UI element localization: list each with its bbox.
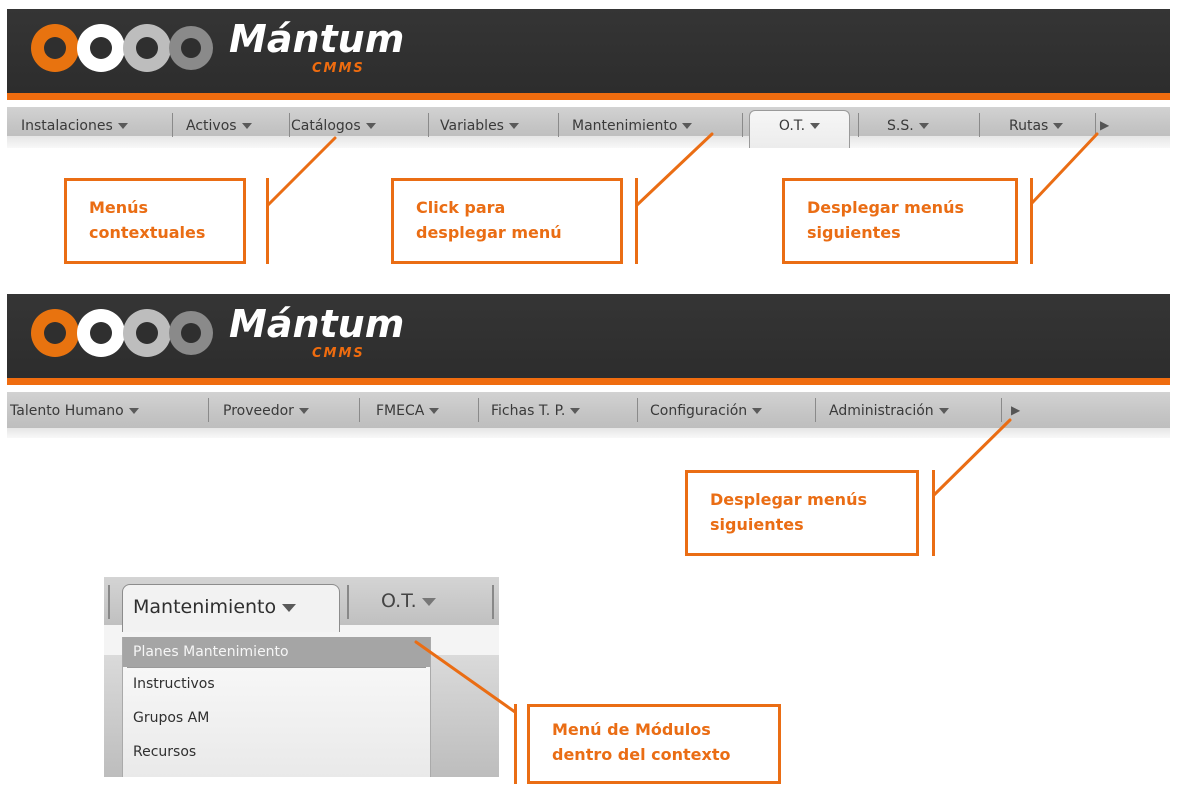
menu-fichas-tp[interactable]: Fichas T. P. (491, 400, 581, 422)
tab-ot[interactable]: O.T. (381, 587, 436, 615)
callout-click-desplegar: Click para desplegar menú (391, 178, 623, 264)
menu-activos[interactable]: Activos (186, 115, 252, 137)
chevron-down-icon (298, 408, 309, 414)
menu-ss[interactable]: S.S. (887, 115, 929, 137)
chevron-down-icon (421, 597, 436, 606)
callout-desplegar-siguientes-bottom: Desplegar menús siguientes (685, 470, 919, 556)
chevron-down-icon (570, 408, 581, 414)
callout-menu-modulos: Menú de Módulos dentro del contexto (527, 704, 781, 784)
chevron-down-icon (918, 123, 929, 129)
next-menus-icon[interactable]: ▶ (1011, 403, 1020, 417)
menu-talento-humano[interactable]: Talento Humano (10, 400, 139, 422)
chevron-down-icon (241, 123, 252, 129)
app-header-bottom: Mántum CMMS (7, 294, 1170, 385)
header-accent-line (7, 93, 1170, 100)
gears-logo-icon (31, 24, 213, 72)
gears-logo-icon (31, 309, 213, 357)
chevron-down-icon (1053, 123, 1064, 129)
chevron-down-icon (938, 408, 949, 414)
app-header-top: Mántum CMMS (7, 9, 1170, 100)
menu-catalogos[interactable]: Catálogos (291, 115, 376, 137)
chevron-down-icon (117, 123, 128, 129)
chevron-down-icon (508, 123, 519, 129)
menu-mantenimiento[interactable]: Mantenimiento (572, 115, 693, 137)
tab-ot-active[interactable]: O.T. (749, 110, 850, 148)
menu-rutas[interactable]: Rutas (1009, 115, 1064, 137)
menu-instalaciones[interactable]: Instalaciones (21, 115, 128, 137)
chevron-down-icon (128, 408, 139, 414)
callout-menus-contextuales: Menús contextuales (64, 178, 246, 264)
logo-subtitle: CMMS (312, 61, 365, 76)
chevron-down-icon (752, 408, 763, 414)
next-menus-icon[interactable]: ▶ (1100, 118, 1109, 132)
chevron-down-icon (282, 603, 297, 612)
chevron-down-icon (682, 123, 693, 129)
logo-subtitle: CMMS (312, 346, 365, 361)
menu-variables[interactable]: Variables (440, 115, 519, 137)
dropdown-item-instructivos[interactable]: Instructivos (123, 668, 430, 702)
main-menubar-1: Instalaciones Activos Catálogos Variable… (7, 107, 1170, 148)
header-accent-line (7, 378, 1170, 385)
menu-configuracion[interactable]: Configuración (650, 400, 763, 422)
dropdown-item-grupos-am[interactable]: Grupos AM (123, 702, 430, 736)
logo-wordmark: Mántum (229, 17, 405, 61)
dropdown-item-recursos[interactable]: Recursos (123, 736, 430, 770)
chevron-down-icon (429, 408, 440, 414)
chevron-down-icon (365, 123, 376, 129)
main-menubar-2: Talento Humano Proveedor FMECA Fichas T.… (7, 392, 1170, 438)
menu-proveedor[interactable]: Proveedor (223, 400, 309, 422)
logo-wordmark: Mántum (229, 302, 405, 346)
dropdown-item-planes[interactable]: Planes Mantenimiento (123, 637, 430, 667)
pointer-contextual (266, 136, 337, 207)
callout-desplegar-siguientes-top: Desplegar menús siguientes (782, 178, 1018, 264)
zoomed-dropdown-example: Mantenimiento O.T. Planes Mantenimiento … (104, 577, 499, 777)
chevron-down-icon (810, 123, 821, 129)
tab-mantenimiento-active[interactable]: Mantenimiento (122, 584, 340, 632)
dropdown-menu: Planes Mantenimiento Instructivos Grupos… (122, 637, 431, 777)
menu-administracion[interactable]: Administración (829, 400, 949, 422)
menu-fmeca[interactable]: FMECA (376, 400, 440, 422)
